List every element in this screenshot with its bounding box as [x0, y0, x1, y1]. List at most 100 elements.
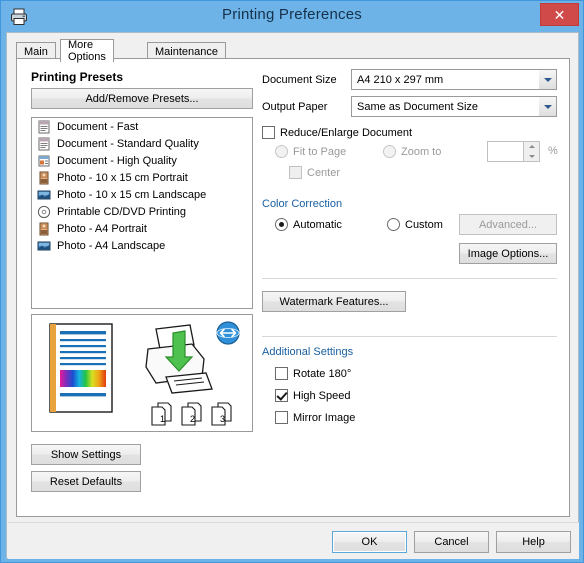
- list-item-label: Photo - A4 Portrait: [57, 222, 147, 235]
- output-paper-select[interactable]: Same as Document Size: [351, 96, 557, 117]
- reduce-enlarge-checkbox[interactable]: Reduce/Enlarge Document: [262, 126, 412, 139]
- reduce-enlarge-label: Reduce/Enlarge Document: [280, 126, 413, 139]
- document-icon: [38, 120, 50, 133]
- show-settings-label: Show Settings: [50, 448, 122, 461]
- zoom-percent-stepper: [487, 141, 540, 162]
- color-automatic-label: Automatic: [293, 218, 342, 231]
- list-item[interactable]: Document - Standard Quality: [32, 135, 252, 152]
- tab-maintenance-label: Maintenance: [155, 46, 218, 58]
- output-paper-value: Same as Document Size: [357, 100, 479, 113]
- preview-page-number: 3: [220, 414, 225, 424]
- radio-circle: [383, 145, 396, 158]
- reset-defaults-button[interactable]: Reset Defaults: [31, 471, 141, 492]
- show-settings-button[interactable]: Show Settings: [31, 444, 141, 465]
- advanced-label: Advanced...: [478, 218, 538, 231]
- help-label: Help: [522, 536, 545, 548]
- presets-list[interactable]: Document - Fast Document - Standard Qual…: [31, 117, 253, 309]
- mirror-image-label: Mirror Image: [293, 411, 356, 424]
- stepper-down-icon: [523, 151, 539, 161]
- stepper-up-icon: [523, 142, 539, 152]
- printing-preferences-window: Printing Preferences ✕ Main More Options…: [0, 0, 584, 563]
- preview-illustration: 1 2 3: [49, 321, 240, 426]
- mirror-image-checkbox[interactable]: Mirror Image: [275, 411, 355, 424]
- list-item-label: Printable CD/DVD Printing: [57, 205, 186, 218]
- color-custom-label: Custom: [405, 218, 443, 231]
- image-options-button[interactable]: Image Options...: [459, 243, 557, 264]
- high-speed-label: High Speed: [293, 389, 351, 402]
- cancel-label: Cancel: [434, 536, 469, 548]
- document-size-value: A4 210 x 297 mm: [357, 73, 444, 86]
- checkbox-box: [275, 367, 288, 380]
- fit-to-page-label: Fit to Page: [293, 145, 347, 158]
- watermark-features-button[interactable]: Watermark Features...: [262, 291, 406, 312]
- add-remove-presets-button[interactable]: Add/Remove Presets...: [31, 88, 253, 109]
- print-preview-box: 1 2 3: [31, 314, 253, 432]
- list-item[interactable]: Photo - A4 Portrait: [32, 220, 252, 237]
- more-options-panel: Printing Presets Add/Remove Presets... D…: [16, 58, 570, 517]
- list-item[interactable]: Document - Fast: [32, 118, 252, 135]
- radio-circle: [275, 218, 288, 231]
- checkbox-box: [275, 389, 288, 402]
- list-item-label: Photo - 10 x 15 cm Landscape: [57, 188, 207, 201]
- cancel-button[interactable]: Cancel: [414, 531, 489, 553]
- preview-page-number: 1: [160, 414, 165, 424]
- document-size-select[interactable]: A4 210 x 297 mm: [351, 69, 557, 90]
- watermark-features-label: Watermark Features...: [279, 295, 389, 308]
- list-item-label: Document - High Quality: [57, 154, 177, 167]
- section-divider: [262, 278, 557, 279]
- help-button[interactable]: Help: [496, 531, 571, 553]
- document-hq-icon: [38, 155, 50, 166]
- list-item[interactable]: Photo - 10 x 15 cm Portrait: [32, 169, 252, 186]
- list-item-label: Document - Standard Quality: [57, 137, 199, 150]
- color-correction-heading: Color Correction: [262, 198, 343, 210]
- advanced-button: Advanced...: [459, 214, 557, 235]
- tab-more-options-label: More Options: [68, 39, 106, 63]
- printing-presets-heading: Printing Presets: [31, 70, 124, 84]
- close-button[interactable]: ✕: [540, 3, 579, 26]
- title-bar: Printing Preferences ✕: [1, 1, 583, 32]
- tab-more-options[interactable]: More Options: [60, 39, 114, 63]
- preview-page-number: 2: [190, 414, 195, 424]
- stepper-buttons: [523, 142, 539, 161]
- radio-circle: [275, 145, 288, 158]
- checkbox-box: [275, 411, 288, 424]
- zoom-to-label: Zoom to: [401, 145, 442, 158]
- ok-label: OK: [361, 536, 378, 548]
- list-item-label: Document - Fast: [57, 120, 139, 133]
- chevron-down-icon[interactable]: [539, 97, 556, 116]
- rotate-180-checkbox[interactable]: Rotate 180°: [275, 367, 351, 380]
- section-divider: [262, 336, 557, 337]
- chevron-down-icon[interactable]: [539, 70, 556, 89]
- color-automatic-radio[interactable]: Automatic: [275, 218, 342, 231]
- center-label: Center: [307, 166, 341, 179]
- cd-dvd-icon: [37, 205, 51, 218]
- center-checkbox: Center: [289, 166, 340, 179]
- percent-label: %: [548, 145, 558, 157]
- list-item[interactable]: Printable CD/DVD Printing: [32, 203, 252, 220]
- add-remove-presets-label: Add/Remove Presets...: [85, 92, 199, 105]
- list-item-label: Photo - 10 x 15 cm Portrait: [57, 171, 188, 184]
- dialog-client-area: Main More Options Maintenance Printing P…: [6, 32, 579, 559]
- output-paper-label: Output Paper: [262, 101, 328, 113]
- color-custom-radio[interactable]: Custom: [387, 218, 443, 231]
- close-icon: ✕: [553, 6, 566, 23]
- ok-button[interactable]: OK: [332, 531, 407, 553]
- list-item[interactable]: Document - High Quality: [32, 152, 252, 169]
- list-item-label: Photo - A4 Landscape: [57, 239, 166, 252]
- radio-circle: [387, 218, 400, 231]
- image-options-label: Image Options...: [467, 247, 549, 260]
- high-speed-checkbox[interactable]: High Speed: [275, 389, 351, 402]
- list-item[interactable]: Photo - 10 x 15 cm Landscape: [32, 186, 252, 203]
- photo-portrait-icon: [39, 171, 49, 184]
- photo-landscape-icon: [37, 190, 51, 199]
- fit-to-page-radio: Fit to Page: [275, 145, 346, 158]
- reset-defaults-label: Reset Defaults: [49, 475, 123, 488]
- zoom-to-radio: Zoom to: [383, 145, 441, 158]
- document-size-label: Document Size: [262, 74, 337, 86]
- checkbox-box: [289, 166, 302, 179]
- photo-landscape-icon: [37, 241, 51, 250]
- photo-portrait-icon: [39, 222, 49, 235]
- tab-main-label: Main: [24, 46, 48, 58]
- list-item[interactable]: Photo - A4 Landscape: [32, 237, 252, 254]
- additional-settings-heading: Additional Settings: [262, 346, 354, 358]
